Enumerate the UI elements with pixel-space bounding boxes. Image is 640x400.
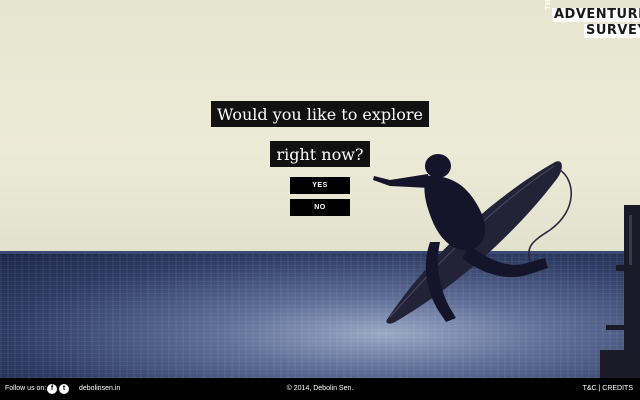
- yes-button[interactable]: YES: [290, 177, 350, 194]
- surfer-silhouette: [373, 154, 572, 324]
- question-line-2: right now?: [0, 141, 640, 167]
- question-text-1: Would you like to explore: [210, 101, 430, 127]
- footer-bar: Follow us on: f t debolinsen.in © 2014, …: [0, 378, 640, 400]
- logo-prefix: THE: [544, 0, 552, 10]
- site-logo[interactable]: THE ADVENTURE SURVEY TM: [544, 0, 640, 40]
- logo-word-adventure: ADVENTURE: [552, 8, 640, 22]
- pier-silhouette: [600, 205, 640, 378]
- no-button[interactable]: NO: [290, 199, 350, 216]
- copyright-text: © 2014, Debolin Sen.: [286, 385, 354, 392]
- question-text-2: right now?: [270, 141, 370, 167]
- logo-trademark: TM: [625, 34, 632, 39]
- question-line-1: Would you like to explore: [0, 101, 640, 127]
- terms-credits-link[interactable]: T&C | CREDITS: [583, 378, 633, 400]
